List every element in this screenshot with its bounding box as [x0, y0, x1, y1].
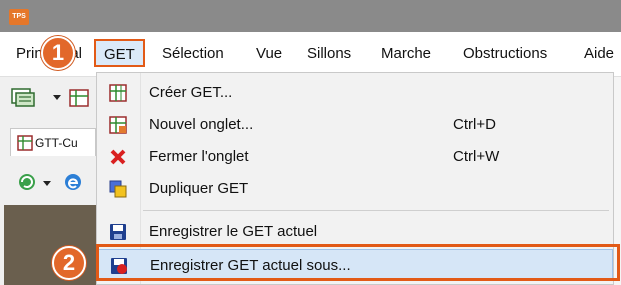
- refresh-dropdown-arrow-icon[interactable]: [42, 179, 52, 187]
- grid-tab-icon: [17, 135, 33, 151]
- close-red-icon: [110, 149, 126, 165]
- menu-vue[interactable]: Vue: [256, 42, 282, 66]
- menu-get[interactable]: GET: [94, 39, 145, 67]
- menu-item-shortcut: Ctrl+D: [453, 116, 496, 133]
- menu-obstructions[interactable]: Obstructions: [463, 42, 547, 66]
- menu-bar: Prin pal GET Sélection Vue Sillons March…: [0, 32, 621, 77]
- document-tab[interactable]: GTT-Cu: [10, 128, 96, 156]
- menu-sillons[interactable]: Sillons: [307, 42, 351, 66]
- menu-item-fermer-onglet[interactable]: Fermer l'onglet Ctrl+W: [97, 141, 613, 173]
- menu-item-label: Enregistrer le GET actuel: [149, 223, 318, 240]
- menu-selection[interactable]: Sélection: [162, 42, 224, 66]
- menu-item-label: Enregistrer GET actuel sous...: [150, 257, 351, 274]
- document-tab-label: GTT-Cu: [35, 136, 78, 150]
- app-logo: TPS: [9, 9, 29, 25]
- menu-item-label: Créer GET...: [149, 84, 233, 101]
- step2-badge: 2: [52, 246, 86, 280]
- get-dropdown-menu: Créer GET... Nouvel onglet... Ctrl+D Fer…: [96, 72, 614, 285]
- layout-tool-icon[interactable]: [10, 86, 40, 108]
- save-icon: [110, 224, 126, 240]
- menu-aide[interactable]: Aide: [584, 42, 614, 66]
- menu-separator: [143, 210, 609, 211]
- menu-item-enregistrer-get[interactable]: Enregistrer le GET actuel: [97, 216, 613, 248]
- menu-item-enregistrer-sous[interactable]: Enregistrer GET actuel sous...: [97, 249, 613, 281]
- menu-item-nouvel-onglet[interactable]: Nouvel onglet... Ctrl+D: [97, 109, 613, 141]
- dropdown-arrow-icon[interactable]: [52, 93, 62, 101]
- grid-tab-icon: [109, 116, 127, 134]
- menu-item-label: Dupliquer GET: [149, 180, 249, 197]
- menu-marche[interactable]: Marche: [381, 42, 431, 66]
- grid-icon: [109, 84, 127, 102]
- menu-item-shortcut: Ctrl+W: [453, 148, 500, 165]
- duplicate-icon: [109, 180, 127, 198]
- menu-item-creer-get[interactable]: Créer GET...: [97, 77, 613, 109]
- grid-tool-icon[interactable]: [68, 87, 92, 109]
- step1-badge: 1: [41, 36, 75, 70]
- menu-item-dupliquer-get[interactable]: Dupliquer GET: [97, 173, 613, 205]
- menu-item-label: Nouvel onglet...: [149, 116, 254, 133]
- menu-principal-part1[interactable]: Prin: [16, 42, 43, 66]
- refresh-icon[interactable]: [16, 171, 38, 193]
- browser-icon[interactable]: [62, 171, 84, 193]
- title-bar: TPS: [0, 0, 621, 32]
- menu-item-label: Fermer l'onglet: [149, 148, 249, 165]
- save-as-icon: [111, 258, 127, 274]
